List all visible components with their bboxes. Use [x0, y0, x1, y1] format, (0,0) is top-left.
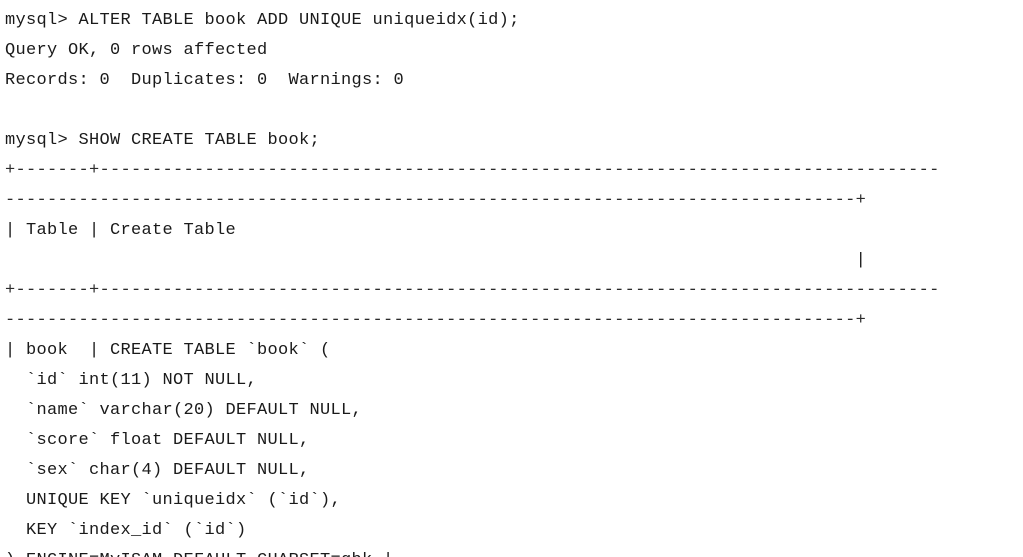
col-id: `id` int(11) NOT NULL,: [5, 371, 258, 390]
key-unique-uniqueidx: UNIQUE KEY `uniqueidx` (`id`),: [5, 491, 342, 510]
row-create-table-open: | book | CREATE TABLE `book` (: [5, 341, 331, 360]
key-index-id: KEY `index_id` (`id`): [5, 521, 247, 540]
cmd-alter-table: mysql> ALTER TABLE book ADD UNIQUE uniqu…: [5, 11, 520, 30]
result-query-ok: Query OK, 0 rows affected: [5, 41, 268, 60]
col-score: `score` float DEFAULT NULL,: [5, 431, 310, 450]
blank-1: [5, 96, 1023, 126]
cmd-show-create-table: mysql> SHOW CREATE TABLE book;: [5, 131, 321, 150]
table-top-border-part2: ----------------------------------------…: [5, 191, 867, 210]
result-records-summary: Records: 0 Duplicates: 0 Warnings: 0: [5, 71, 405, 90]
table-header-row-wrap: |: [5, 251, 867, 270]
table-top-border-part1: +-------+-------------------------------…: [5, 161, 940, 180]
terminal-output-pane[interactable]: mysql> ALTER TABLE book ADD UNIQUE uniqu…: [0, 0, 1023, 557]
table-mid-border-part1: +-------+-------------------------------…: [5, 281, 940, 300]
table-mid-border-part2: ----------------------------------------…: [5, 311, 867, 330]
col-sex: `sex` char(4) DEFAULT NULL,: [5, 461, 310, 480]
row-create-table-close: ) ENGINE=MyISAM DEFAULT CHARSET=gbk |: [5, 546, 1023, 557]
col-name: `name` varchar(20) DEFAULT NULL,: [5, 401, 363, 420]
table-header-row: | Table | Create Table: [5, 221, 237, 240]
